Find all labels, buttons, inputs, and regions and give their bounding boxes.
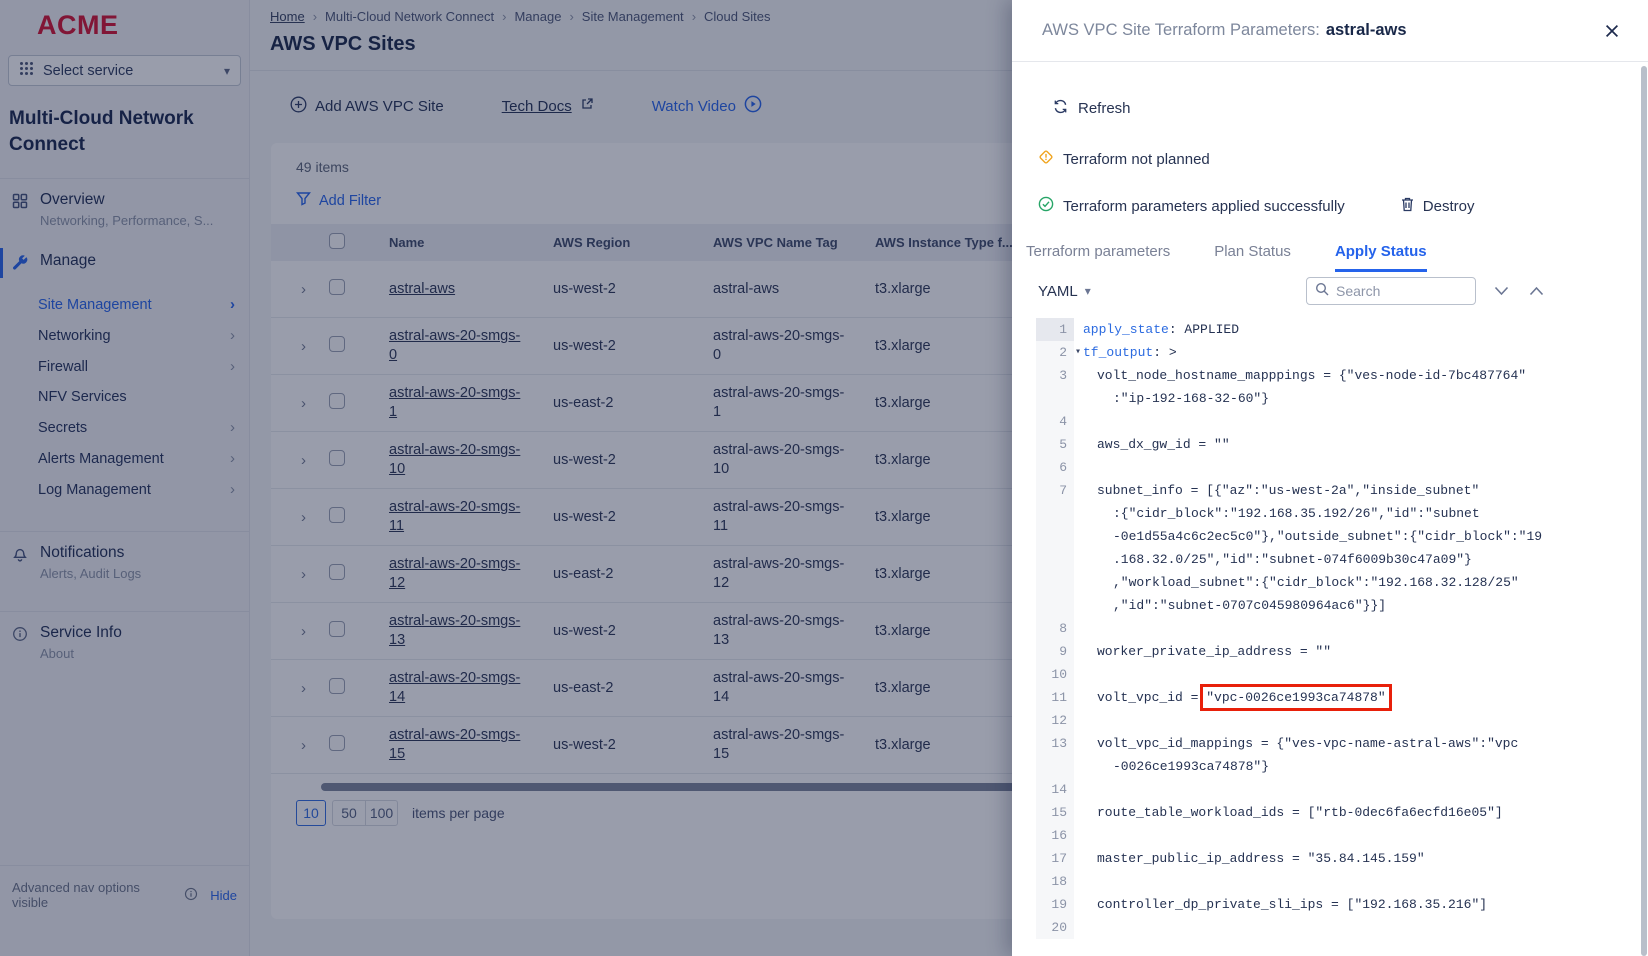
highlighted-vpc-id: "vpc-0026ce1993ca74878" [1206, 690, 1385, 705]
code-line-content [1074, 709, 1648, 732]
code-line-content: tf_output: > [1074, 341, 1648, 364]
success-text: Terraform parameters applied successfull… [1063, 198, 1345, 215]
line-number: 18 [1036, 870, 1074, 893]
code-line: 14 [1036, 778, 1648, 801]
code-line-content: controller_dp_private_sli_ips = ["192.16… [1074, 893, 1648, 916]
refresh-button[interactable]: Refresh [1052, 98, 1172, 119]
app-root: ACME Select service ▾ Multi-Cloud Networ… [0, 0, 1648, 956]
code-line-content: aws_dx_gw_id = "" [1074, 433, 1648, 456]
code-line-content [1074, 824, 1648, 847]
chevron-up-icon[interactable] [1529, 286, 1544, 296]
line-number: 1 [1036, 318, 1074, 341]
panel-header: AWS VPC Site Terraform Parameters: astra… [1012, 0, 1648, 62]
code-line: 3volt_node_hostname_mapppings = {"ves-no… [1036, 364, 1648, 410]
line-number: 14 [1036, 778, 1074, 801]
trash-icon [1400, 196, 1415, 216]
code-line-content [1074, 410, 1648, 433]
line-number: 6 [1036, 456, 1074, 479]
code-line: 7subnet_info = [{"az":"us-west-2a","insi… [1036, 479, 1648, 617]
line-number: 15 [1036, 801, 1074, 824]
line-number: 5 [1036, 433, 1074, 456]
terraform-plan-status: Terraform not planned [1038, 149, 1648, 169]
line-number: 9 [1036, 640, 1074, 663]
refresh-label: Refresh [1078, 100, 1131, 117]
warning-diamond-icon [1038, 149, 1054, 169]
destroy-label: Destroy [1423, 198, 1475, 215]
code-line: 10 [1036, 663, 1648, 686]
line-number: 17 [1036, 847, 1074, 870]
line-number: 8 [1036, 617, 1074, 640]
code-controls: YAML ▾ [1026, 277, 1648, 305]
panel-tabs: Terraform parameters Plan Status Apply Sta… [1026, 243, 1648, 272]
code-line: 5aws_dx_gw_id = "" [1036, 433, 1648, 456]
code-line: 11volt_vpc_id = "vpc-0026ce1993ca74878" [1036, 686, 1648, 709]
code-line-content: worker_private_ip_address = "" [1074, 640, 1648, 663]
code-line: 16 [1036, 824, 1648, 847]
line-number: 10 [1036, 663, 1074, 686]
tab-apply-status[interactable]: Apply Status [1335, 243, 1427, 272]
chevron-down-icon[interactable] [1494, 286, 1509, 296]
code-line-content [1074, 916, 1648, 939]
line-number: 20 [1036, 916, 1074, 939]
search-icon [1315, 282, 1329, 301]
code-line: 13volt_vpc_id_mappings = {"ves-vpc-name-… [1036, 732, 1648, 778]
code-line-content [1074, 778, 1648, 801]
code-line: 20 [1036, 916, 1648, 939]
code-line: 2▾tf_output: > [1036, 341, 1648, 364]
code-line: 19controller_dp_private_sli_ips = ["192.… [1036, 893, 1648, 916]
code-line: 12 [1036, 709, 1648, 732]
line-number: 4 [1036, 410, 1074, 433]
search-input[interactable] [1336, 283, 1456, 299]
code-line: 1apply_state: APPLIED [1036, 318, 1648, 341]
code-line: 6 [1036, 456, 1648, 479]
code-line: 4 [1036, 410, 1648, 433]
refresh-icon [1052, 98, 1069, 119]
code-line: 18 [1036, 870, 1648, 893]
code-line: 9worker_private_ip_address = "" [1036, 640, 1648, 663]
code-line-content: volt_vpc_id_mappings = {"ves-vpc-name-as… [1074, 732, 1648, 778]
line-number: 3 [1036, 364, 1074, 410]
line-number: 2▾ [1036, 341, 1074, 364]
panel-body: Refresh Terraform not planned Terraform … [1012, 62, 1648, 956]
tab-plan-status[interactable]: Plan Status [1214, 243, 1291, 272]
terraform-apply-status: Terraform parameters applied successfull… [1038, 196, 1648, 216]
warning-text: Terraform not planned [1063, 151, 1210, 168]
code-line-content: volt_vpc_id = "vpc-0026ce1993ca74878" [1074, 686, 1648, 709]
code-line-content: subnet_info = [{"az":"us-west-2a","insid… [1074, 479, 1648, 617]
line-number: 7 [1036, 479, 1074, 617]
code-line-content: volt_node_hostname_mapppings = {"ves-nod… [1074, 364, 1648, 410]
code-line-content [1074, 617, 1648, 640]
line-number: 16 [1036, 824, 1074, 847]
success-check-icon [1038, 196, 1054, 216]
yaml-code-viewer: 1apply_state: APPLIED2▾tf_output: >3volt… [1036, 318, 1648, 939]
line-number: 11 [1036, 686, 1074, 709]
line-number: 19 [1036, 893, 1074, 916]
vertical-scrollbar[interactable] [1641, 66, 1647, 956]
code-line-content: master_public_ip_address = "35.84.145.15… [1074, 847, 1648, 870]
code-line-content: apply_state: APPLIED [1074, 318, 1648, 341]
format-label: YAML [1038, 283, 1078, 300]
code-line: 8 [1036, 617, 1648, 640]
panel-title-site-name: astral-aws [1326, 21, 1407, 40]
code-line-content [1074, 456, 1648, 479]
format-dropdown[interactable]: YAML ▾ [1038, 283, 1091, 300]
code-line: 15route_table_workload_ids = ["rtb-0dec6… [1036, 801, 1648, 824]
line-number: 12 [1036, 709, 1074, 732]
code-search [1306, 277, 1476, 305]
code-line-content [1074, 870, 1648, 893]
destroy-button[interactable]: Destroy [1400, 196, 1475, 216]
panel-title: AWS VPC Site Terraform Parameters: [1042, 21, 1320, 40]
code-line: 17master_public_ip_address = "35.84.145.… [1036, 847, 1648, 870]
close-icon[interactable] [1604, 23, 1620, 39]
chevron-down-icon: ▾ [1085, 284, 1091, 298]
collapse-caret-icon[interactable]: ▾ [1075, 341, 1081, 364]
line-number: 13 [1036, 732, 1074, 778]
code-line-content: route_table_workload_ids = ["rtb-0dec6fa… [1074, 801, 1648, 824]
code-line-content [1074, 663, 1648, 686]
terraform-parameters-panel: AWS VPC Site Terraform Parameters: astra… [1012, 0, 1648, 956]
tab-terraform-parameters[interactable]: Terraform parameters [1026, 243, 1170, 272]
